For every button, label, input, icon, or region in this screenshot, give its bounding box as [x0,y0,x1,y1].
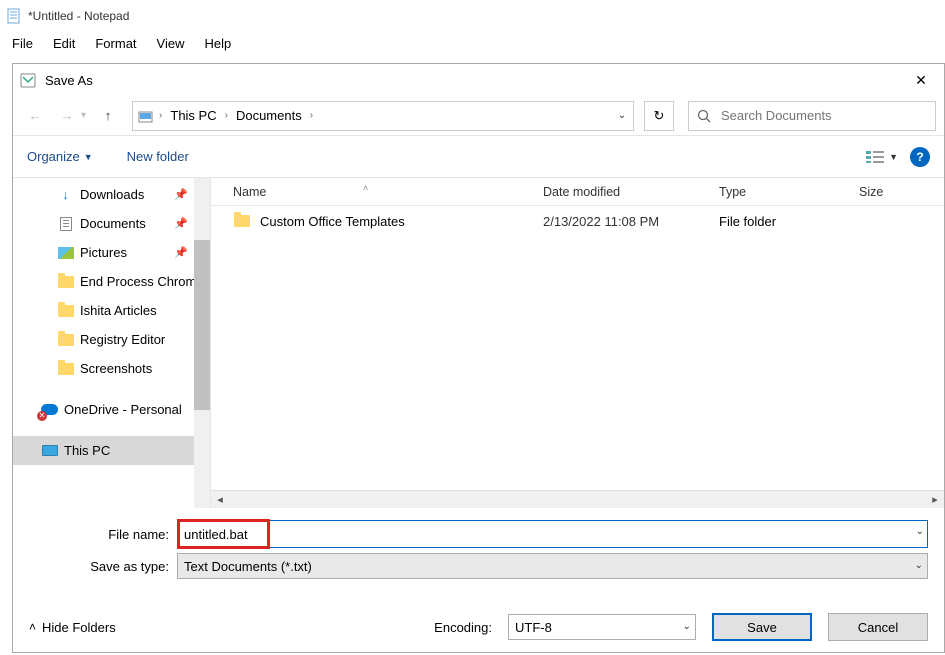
arrow-left-icon: ← [29,108,42,123]
pin-icon: 📌 [174,217,188,230]
breadcrumb[interactable]: › This PC › Documents › ⌄ [132,101,634,131]
scroll-left-icon[interactable]: ◂ [211,493,229,506]
notepad-title: *Untitled - Notepad [28,9,129,23]
save-as-dialog: Save As ✕ ← → ▾ ↑ › This PC › Documents … [12,63,945,653]
tree-this-pc[interactable]: This PC [13,436,210,465]
column-header-name[interactable]: Name ˄ [233,185,543,199]
chevron-down-icon: ⌄ [683,621,691,632]
tree-pictures[interactable]: Pictures 📌 [13,238,210,267]
arrow-up-icon: ↑ [105,108,112,123]
menu-file[interactable]: File [4,34,41,53]
downloads-icon: ↓ [57,186,74,203]
view-icon [865,150,885,164]
breadcrumb-location-icon [137,107,155,125]
notepad-app-icon [6,8,22,24]
chevron-right-icon: › [223,110,230,121]
menu-edit[interactable]: Edit [45,34,83,53]
file-date: 2/13/2022 11:08 PM [543,214,719,229]
folder-icon [57,331,74,348]
chevron-down-icon: ▼ [84,152,93,162]
scroll-right-icon[interactable]: ▸ [926,493,944,506]
breadcrumb-dropdown[interactable]: ⌄ [611,110,633,121]
cancel-button[interactable]: Cancel [828,613,928,641]
save-button[interactable]: Save [712,613,812,641]
tree-scrollbar-thumb[interactable] [194,240,210,410]
menu-format[interactable]: Format [87,34,144,53]
navigation-tree[interactable]: ↓ Downloads 📌 Documents 📌 Pictures 📌 End… [13,178,210,508]
dialog-icon [19,71,37,89]
tree-registry-editor[interactable]: Registry Editor [13,325,210,354]
view-options-button[interactable]: ▼ [865,150,898,164]
hide-folders-toggle[interactable]: ˄ Hide Folders [29,620,116,635]
nav-history-dropdown[interactable]: ▾ [81,110,86,121]
filename-input[interactable] [177,520,928,548]
search-box[interactable] [688,101,936,131]
search-input[interactable] [719,107,935,124]
tree-end-process[interactable]: End Process Chrom [13,267,210,296]
refresh-icon: ↻ [654,108,665,124]
column-header-date[interactable]: Date modified [543,185,719,199]
organize-menu[interactable]: Organize ▼ [27,149,93,164]
filename-label: File name: [29,527,177,542]
onedrive-icon: ✕ [41,401,58,418]
encoding-label: Encoding: [434,620,492,635]
tree-ishita-articles[interactable]: Ishita Articles [13,296,210,325]
organize-label: Organize [27,149,80,164]
refresh-button[interactable]: ↻ [644,101,674,131]
documents-icon [57,215,74,232]
tree-downloads[interactable]: ↓ Downloads 📌 [13,180,210,209]
breadcrumb-this-pc[interactable]: This PC [166,108,220,123]
pin-icon: 📌 [174,188,188,201]
file-type: File folder [719,214,859,229]
tree-screenshots[interactable]: Screenshots [13,354,210,383]
encoding-combo[interactable]: UTF-8 ⌄ [508,614,696,640]
this-pc-icon [41,442,58,459]
saveastype-label: Save as type: [29,559,177,574]
menu-help[interactable]: Help [196,34,239,53]
help-button[interactable]: ? [910,147,930,167]
close-icon: ✕ [915,72,927,89]
arrow-right-icon: → [61,108,74,123]
new-folder-button[interactable]: New folder [127,149,189,164]
filename-dropdown[interactable]: ⌄ [916,526,924,537]
chevron-down-icon: ▼ [889,152,898,162]
file-row[interactable]: Custom Office Templates 2/13/2022 11:08 … [211,206,944,236]
nav-up-button[interactable]: ↑ [94,102,122,130]
sort-ascending-icon: ˄ [363,183,368,193]
file-name: Custom Office Templates [260,214,405,229]
breadcrumb-documents[interactable]: Documents [232,108,306,123]
tree-onedrive[interactable]: ✕ OneDrive - Personal [13,395,210,424]
close-button[interactable]: ✕ [898,65,944,95]
saveastype-combo[interactable]: Text Documents (*.txt) ⌄ [177,553,928,579]
folder-icon [57,273,74,290]
column-header-type[interactable]: Type [719,185,859,199]
nav-forward-button[interactable]: → [53,102,81,130]
chevron-right-icon: › [308,110,315,121]
horizontal-scrollbar[interactable]: ◂ ▸ [211,490,944,508]
folder-icon [57,302,74,319]
search-icon [697,109,711,123]
folder-icon [57,360,74,377]
folder-icon [233,213,250,230]
tree-documents[interactable]: Documents 📌 [13,209,210,238]
dialog-title: Save As [45,73,93,88]
chevron-up-icon: ˄ [29,620,36,634]
menu-view[interactable]: View [149,34,193,53]
nav-back-button[interactable]: ← [21,102,49,130]
pin-icon: 📌 [174,246,188,259]
chevron-right-icon: › [157,110,164,121]
pictures-icon [57,244,74,261]
chevron-down-icon: ⌄ [915,560,923,571]
column-header-size[interactable]: Size [859,185,883,199]
